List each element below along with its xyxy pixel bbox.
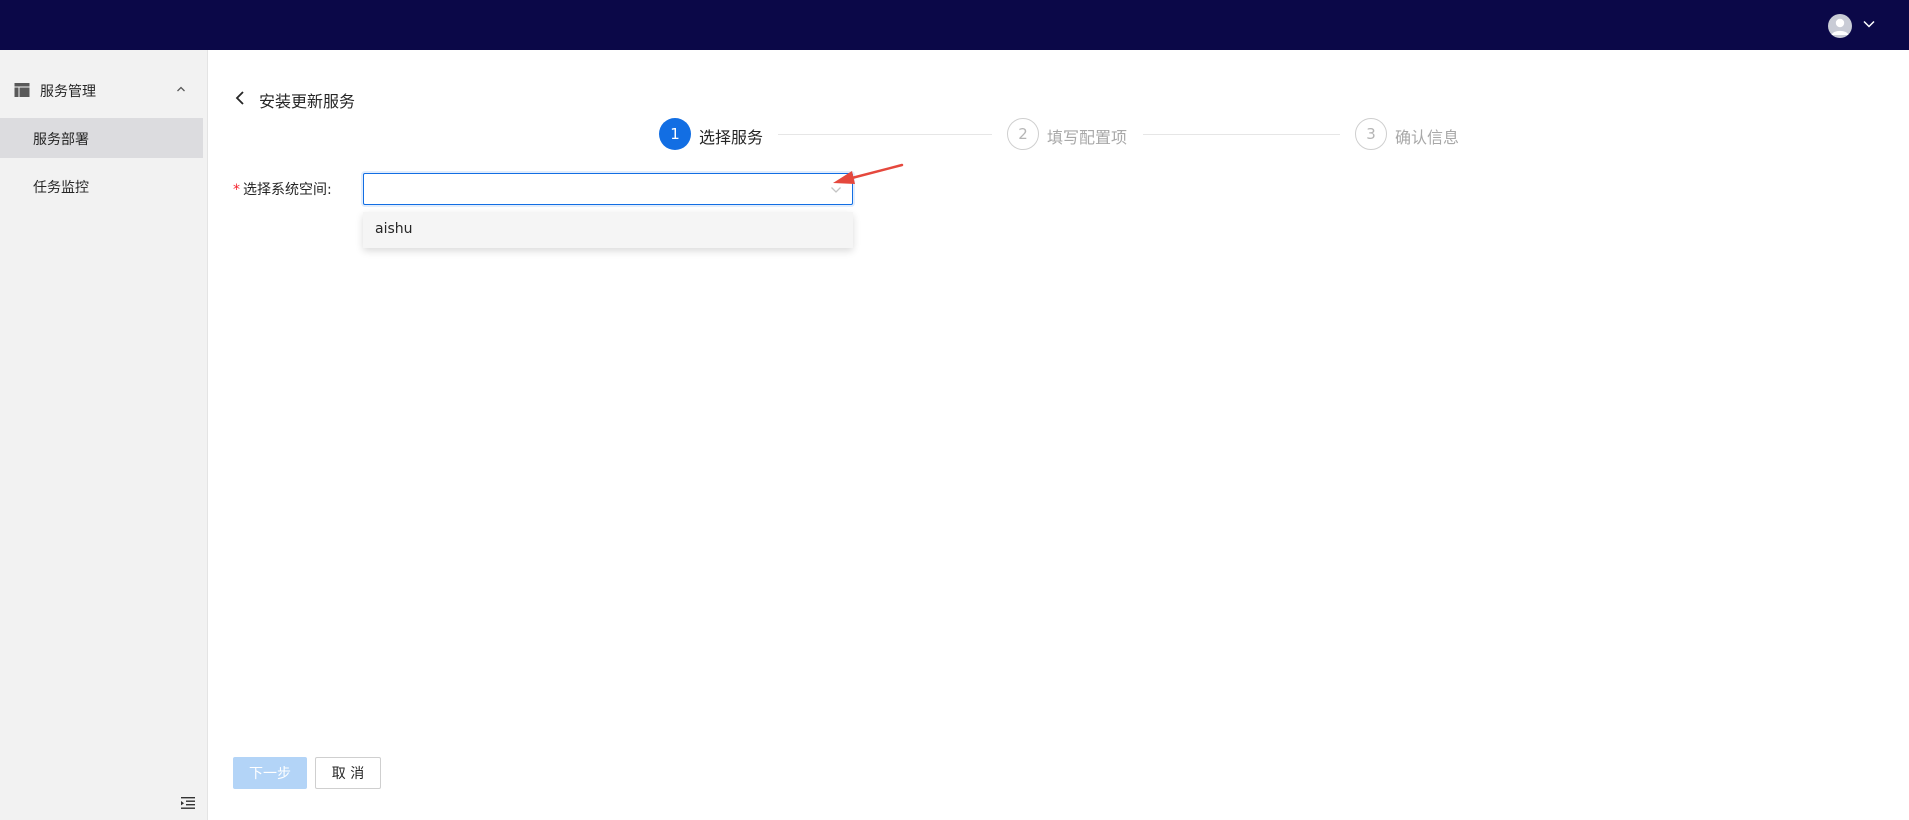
dropdown-option[interactable]: aishu — [363, 212, 853, 248]
menu-group-service-management[interactable]: 服务管理 — [0, 72, 207, 108]
cancel-button[interactable]: 取 消 — [315, 757, 381, 789]
layout-icon — [14, 83, 30, 97]
chevron-left-icon — [235, 91, 244, 105]
step-3-title: 确认信息 — [1395, 128, 1460, 147]
next-step-button[interactable]: 下一步 — [233, 757, 307, 789]
required-mark: * — [233, 182, 240, 198]
option-label: aishu — [375, 221, 413, 237]
annotation-arrow-icon — [833, 163, 904, 184]
chevron-down-icon[interactable] — [1862, 17, 1876, 31]
select-dropdown: aishu — [363, 212, 853, 248]
sidebar-item-label: 任务监控 — [33, 180, 89, 196]
step-1-title: 选择服务 — [699, 128, 764, 147]
sidebar: 服务管理 服务部署 任务监控 — [0, 50, 208, 820]
step-2-circle: 2 — [1007, 118, 1039, 150]
step-3-circle: 3 — [1355, 118, 1387, 150]
page-title: 安装更新服务 — [259, 92, 356, 111]
top-navbar — [0, 0, 1909, 50]
step-connector — [778, 134, 992, 135]
steps-bar: 1 选择服务 2 填写配置项 3 确认信息 — [0, 118, 1909, 152]
system-space-label: * 选择系统空间: — [233, 179, 332, 199]
user-avatar-icon[interactable] — [1828, 14, 1852, 38]
step-1-circle: 1 — [659, 118, 691, 150]
system-space-select[interactable] — [363, 173, 853, 205]
sidebar-item-task-monitor[interactable]: 任务监控 — [0, 166, 203, 206]
step-connector — [1143, 134, 1340, 135]
chevron-up-icon — [177, 86, 185, 92]
menu-fold-icon[interactable] — [180, 795, 196, 811]
step-2-title: 填写配置项 — [1047, 128, 1128, 147]
system-space-label-text: 选择系统空间: — [243, 182, 332, 198]
menu-group-label: 服务管理 — [40, 84, 96, 100]
